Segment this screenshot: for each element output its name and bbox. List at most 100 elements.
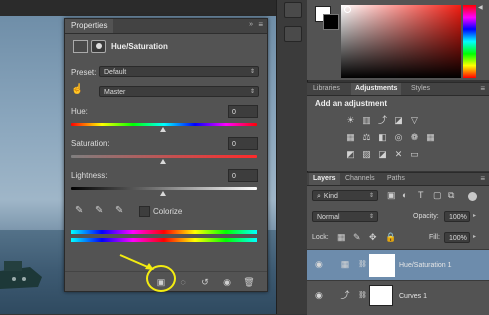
- invert-icon[interactable]: ◩: [345, 149, 356, 160]
- colorize-checkbox[interactable]: [139, 206, 150, 217]
- adjustments-panel: Libraries Adjustments Styles ≡ Add an ad…: [307, 82, 489, 171]
- filter-smart-object-icon[interactable]: ⧉: [448, 190, 454, 201]
- fill-input[interactable]: 100%: [444, 232, 470, 243]
- lightness-label: Lightness:: [71, 171, 108, 180]
- tab-paths[interactable]: Paths: [383, 173, 409, 185]
- photo-filter-icon[interactable]: ◎: [393, 132, 404, 143]
- hue-strip[interactable]: [463, 5, 476, 78]
- spectrum-bar-top: [71, 230, 257, 234]
- properties-tab[interactable]: Properties: [65, 19, 114, 33]
- hand-tool-icon[interactable]: ☝: [71, 84, 83, 95]
- collapse-icon[interactable]: »: [249, 21, 253, 28]
- chain-icon[interactable]: ⛓: [358, 260, 367, 268]
- exposure-icon[interactable]: ◪: [393, 115, 404, 126]
- color-lookup-icon[interactable]: ▦: [425, 132, 436, 143]
- hue-slider-thumb[interactable]: [160, 127, 166, 132]
- lightness-slider-track[interactable]: [71, 187, 257, 190]
- properties-titlebar: Properties » ≡: [65, 19, 267, 34]
- background-color-swatch[interactable]: [323, 14, 339, 30]
- dock-button-properties[interactable]: [284, 26, 302, 42]
- mask-icon[interactable]: [91, 40, 106, 53]
- panel-title: Hue/Saturation: [111, 42, 168, 51]
- opacity-label: Opacity:: [413, 213, 439, 220]
- eyedropper-icon[interactable]: ✎: [75, 205, 83, 216]
- chevron-icon: ⇕: [368, 214, 374, 220]
- lock-position-icon[interactable]: ✥: [369, 232, 377, 243]
- spectrum-bar-bottom: [71, 238, 257, 242]
- filter-pixel-icon[interactable]: ▣: [387, 190, 396, 201]
- lock-image-icon[interactable]: ✎: [353, 232, 361, 243]
- eye-icon[interactable]: ◉: [315, 290, 323, 301]
- kind-filter-select[interactable]: ⌕ Kind ⇕: [312, 190, 378, 201]
- layer-mask-thumbnail[interactable]: [369, 285, 393, 306]
- opacity-dropdown-icon[interactable]: ▸: [473, 212, 476, 219]
- hue-pointer-icon[interactable]: ◀: [478, 4, 483, 11]
- kind-label: Kind: [323, 193, 338, 200]
- saturation-slider-track[interactable]: [71, 155, 257, 158]
- color-balance-icon[interactable]: ⚖: [361, 132, 372, 143]
- eyedropper-plus-icon[interactable]: ✎: [95, 205, 103, 216]
- blend-mode-value: Normal: [317, 214, 340, 221]
- layer-mask-thumbnail[interactable]: [369, 254, 395, 277]
- tab-channels[interactable]: Channels: [341, 173, 379, 185]
- channel-mixer-icon[interactable]: ❁: [409, 132, 420, 143]
- black-white-icon[interactable]: ◧: [377, 132, 388, 143]
- panel-dock-column: [276, 0, 308, 314]
- blend-mode-select[interactable]: Normal ⇕: [312, 211, 378, 222]
- trash-icon[interactable]: 🗑: [242, 276, 256, 288]
- panel-menu-icon[interactable]: ≡: [480, 84, 485, 93]
- hue-slider-track[interactable]: [71, 123, 257, 126]
- saturation-slider-thumb[interactable]: [160, 159, 166, 164]
- properties-panel: Properties » ≡ Hue/Saturation Preset: De…: [64, 18, 268, 292]
- filter-type-icon[interactable]: T: [418, 190, 424, 200]
- tab-layers[interactable]: Layers: [309, 173, 340, 185]
- brightness-icon[interactable]: ☀: [345, 115, 356, 126]
- lightness-input[interactable]: 0: [228, 169, 258, 182]
- colorize-label: Colorize: [153, 207, 183, 216]
- opacity-input[interactable]: 100%: [444, 211, 470, 222]
- add-adjustment-heading: Add an adjustment: [315, 99, 388, 108]
- saturation-field[interactable]: [341, 5, 461, 78]
- gradient-map-icon[interactable]: ▭: [409, 149, 420, 160]
- tab-styles[interactable]: Styles: [407, 83, 434, 95]
- lock-transparent-icon[interactable]: ▦: [337, 232, 346, 243]
- color-picker-cursor[interactable]: [344, 6, 351, 13]
- visibility-icon[interactable]: ◉: [220, 276, 234, 288]
- eyedropper-minus-icon[interactable]: ✎: [115, 205, 123, 216]
- filter-adjustment-icon[interactable]: ◐: [402, 190, 407, 200]
- reset-icon[interactable]: ↺: [198, 276, 212, 288]
- channel-select[interactable]: Master ⇕: [99, 86, 259, 97]
- lock-all-icon[interactable]: 🔒: [385, 232, 396, 243]
- chain-icon[interactable]: ⛓: [358, 291, 367, 299]
- layer-name[interactable]: Hue/Saturation 1: [399, 262, 452, 269]
- preset-select[interactable]: Default ⇕: [99, 66, 259, 77]
- posterize-icon[interactable]: ▨: [361, 149, 372, 160]
- lightness-slider-thumb[interactable]: [160, 191, 166, 196]
- layer-name[interactable]: Curves 1: [399, 293, 427, 300]
- saturation-label: Saturation:: [71, 139, 110, 148]
- threshold-icon[interactable]: ◪: [377, 149, 388, 160]
- vibrance-icon[interactable]: ▽: [409, 115, 420, 126]
- fill-label: Fill:: [429, 234, 440, 241]
- selective-color-icon[interactable]: ✕: [393, 149, 404, 160]
- color-panel: ◀: [307, 0, 489, 80]
- dock-button-top[interactable]: [284, 2, 302, 18]
- curves-icon[interactable]: ⤴: [377, 115, 388, 126]
- hue-input[interactable]: 0: [228, 105, 258, 118]
- levels-icon[interactable]: ▥: [361, 115, 372, 126]
- layers-panel: Layers Channels Paths ≡ ⌕ Kind ⇕ ▣ ◐ T ▢ ⧉…: [307, 172, 489, 315]
- saturation-input[interactable]: 0: [228, 137, 258, 150]
- tab-adjustments[interactable]: Adjustments: [351, 83, 402, 95]
- tab-libraries[interactable]: Libraries: [309, 83, 344, 95]
- annotation-circle: [146, 265, 176, 292]
- hue-saturation-icon[interactable]: ▦: [345, 132, 356, 143]
- eye-icon[interactable]: ◉: [315, 259, 323, 270]
- panel-menu-icon[interactable]: ≡: [258, 20, 263, 29]
- layer-row-hue-saturation[interactable]: ◉ ▦ ⛓ Hue/Saturation 1: [307, 249, 489, 280]
- filter-toggle[interactable]: [468, 192, 477, 201]
- fill-dropdown-icon[interactable]: ▸: [473, 233, 476, 240]
- filter-shape-icon[interactable]: ▢: [433, 190, 442, 201]
- view-previous-icon[interactable]: ◌: [176, 276, 190, 288]
- layer-row-curves[interactable]: ◉ ⤴ ⛓ Curves 1: [307, 280, 489, 311]
- panel-menu-icon[interactable]: ≡: [480, 174, 485, 183]
